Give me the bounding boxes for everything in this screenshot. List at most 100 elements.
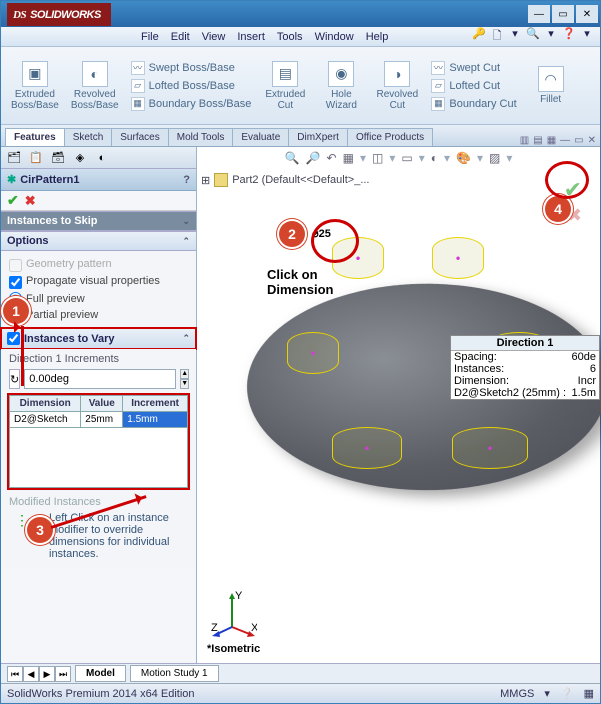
direction1-increments-label: Direction 1 Increments xyxy=(9,353,188,365)
zoom-fit-icon[interactable]: 🔍 xyxy=(285,151,300,165)
angle-input[interactable] xyxy=(24,369,176,389)
menu-tools[interactable]: Tools xyxy=(277,31,303,43)
manager-tabs: 🗂 📋 🗃 ◈ ◐ xyxy=(1,147,196,169)
hole-wizard-button[interactable]: ◉Hole Wizard xyxy=(313,49,369,122)
flyout-tree-node[interactable]: ⊞ Part2 (Default<<Default>_... xyxy=(201,173,370,187)
tab-sketch[interactable]: Sketch xyxy=(64,128,113,146)
ok-button[interactable]: ✔ xyxy=(7,192,19,209)
dropdown-icon[interactable]: ▾ xyxy=(580,27,594,46)
split-view-icon[interactable]: ▦ xyxy=(547,135,556,146)
spin-up-button[interactable]: ▲ xyxy=(180,369,189,379)
feature-title-bar: ✱ CirPattern1 ? xyxy=(1,169,196,191)
help-icon[interactable]: ? xyxy=(183,174,190,186)
dimension-value[interactable]: Incr xyxy=(578,375,596,387)
instances-to-vary-checkbox[interactable] xyxy=(7,332,20,345)
pushpin-icon[interactable]: 🔑 xyxy=(472,27,486,46)
tab-features[interactable]: Features xyxy=(5,128,65,146)
table-row[interactable]: D2@Sketch 25mm 1.5mm xyxy=(10,412,188,428)
status-units[interactable]: MMGS xyxy=(500,688,534,700)
feature-tree-icon[interactable]: 🗂 xyxy=(5,150,23,166)
pattern-instance[interactable] xyxy=(432,237,484,279)
tab-model[interactable]: Model xyxy=(75,665,126,682)
appearance-icon[interactable]: 🎨 xyxy=(456,151,471,165)
menu-insert[interactable]: Insert xyxy=(237,31,265,43)
spin-down-button[interactable]: ▼ xyxy=(180,379,189,389)
restore-doc-icon[interactable]: ▭ xyxy=(574,135,583,146)
svg-text:Z: Z xyxy=(211,622,218,634)
swept-boss-button[interactable]: 〰Swept Boss/Base xyxy=(131,61,252,75)
menu-view[interactable]: View xyxy=(202,31,226,43)
cell-increment[interactable]: 1.5mm xyxy=(123,412,188,428)
dimxpert-mgr-icon[interactable]: ◈ xyxy=(71,150,89,166)
dropdown-icon[interactable]: ▾ xyxy=(544,27,558,46)
spacing-value[interactable]: 60de xyxy=(572,351,596,363)
status-help-icon[interactable]: ❔ xyxy=(560,687,574,700)
instances-skip-header[interactable]: Instances to Skip⌄ xyxy=(1,211,196,231)
pattern-instance[interactable] xyxy=(332,427,402,469)
lofted-boss-button[interactable]: ▱Lofted Boss/Base xyxy=(131,79,252,93)
boundary-cut-button[interactable]: ▦Boundary Cut xyxy=(431,97,516,111)
options-header[interactable]: Options⌃ xyxy=(1,231,196,251)
part-icon xyxy=(214,173,228,187)
tab-mold-tools[interactable]: Mold Tools xyxy=(168,128,234,146)
cell-dimension[interactable]: D2@Sketch xyxy=(10,412,81,428)
maximize-button[interactable]: ▭ xyxy=(552,5,574,23)
display-mgr-icon[interactable]: ◐ xyxy=(93,150,111,166)
view-orient-icon[interactable]: ◫ xyxy=(372,151,383,165)
config-mgr-icon[interactable]: 🗃 xyxy=(49,150,67,166)
title-bar: DSSOLIDWORKS — ▭ ✕ xyxy=(1,1,600,27)
swept-cut-button[interactable]: 〰Swept Cut xyxy=(431,61,516,75)
tab-office-products[interactable]: Office Products xyxy=(347,128,433,146)
split-view-icon[interactable]: ▤ xyxy=(533,135,542,146)
status-bar: SolidWorks Premium 2014 x64 Edition MMGS… xyxy=(1,683,600,703)
lofted-cut-button[interactable]: ▱Lofted Cut xyxy=(431,79,516,93)
property-manager-panel: 🗂 📋 🗃 ◈ ◐ ✱ CirPattern1 ? ✔ ✖ Instances … xyxy=(1,147,197,683)
fillet-button[interactable]: ◠Fillet xyxy=(523,49,579,122)
display-style-icon[interactable]: ▭ xyxy=(401,151,412,165)
dropdown-icon[interactable]: ▾ xyxy=(508,27,522,46)
extruded-boss-button[interactable]: ▣Extruded Boss/Base xyxy=(5,49,65,122)
menu-edit[interactable]: Edit xyxy=(171,31,190,43)
section-view-icon[interactable]: ▦ xyxy=(343,151,354,165)
split-view-icon[interactable]: ▥ xyxy=(520,135,529,146)
cell-value[interactable]: 25mm xyxy=(81,412,123,428)
hide-show-icon[interactable]: ◐ xyxy=(431,151,438,165)
menu-window[interactable]: Window xyxy=(315,31,354,43)
property-mgr-icon[interactable]: 📋 xyxy=(27,150,45,166)
search-icon[interactable]: 🔍 xyxy=(526,27,540,46)
extruded-cut-button[interactable]: ▤Extruded Cut xyxy=(257,49,313,122)
prev-view-icon[interactable]: ↶ xyxy=(327,151,337,165)
tab-surfaces[interactable]: Surfaces xyxy=(111,128,168,146)
tab-dimxpert[interactable]: DimXpert xyxy=(288,128,348,146)
minimize-button[interactable]: — xyxy=(528,5,550,23)
scene-icon[interactable]: ▨ xyxy=(489,151,500,165)
cancel-button[interactable]: ✖ xyxy=(25,193,36,209)
tab-nav-next[interactable]: ▶ xyxy=(39,666,55,682)
geometry-pattern-checkbox[interactable] xyxy=(9,259,22,272)
pattern-instance[interactable] xyxy=(452,427,528,469)
revolved-cut-button[interactable]: ◑Revolved Cut xyxy=(369,49,425,122)
instances-to-vary-header[interactable]: Instances to Vary⌃ xyxy=(1,328,196,349)
revolved-boss-button[interactable]: ◐Revolved Boss/Base xyxy=(65,49,125,122)
tab-nav-first[interactable]: ⏮ xyxy=(7,666,23,682)
svg-text:X: X xyxy=(251,622,257,634)
boundary-boss-button[interactable]: ▦Boundary Boss/Base xyxy=(131,97,252,111)
zoom-area-icon[interactable]: 🔎 xyxy=(306,151,321,165)
close-doc-icon[interactable]: ✕ xyxy=(588,135,596,146)
d2-value[interactable]: 1.5m xyxy=(572,387,596,399)
graphics-viewport[interactable]: 🔍 🔎 ↶ ▦ ▾ ◫▾ ▭▾ ◐▾ 🎨▾ ▨▾ ⊞ Part2 (Defaul… xyxy=(197,147,600,683)
tab-motion-study[interactable]: Motion Study 1 xyxy=(130,665,219,682)
instances-value[interactable]: 6 xyxy=(590,363,596,375)
tab-evaluate[interactable]: Evaluate xyxy=(232,128,289,146)
menu-file[interactable]: File xyxy=(141,31,159,43)
menu-help[interactable]: Help xyxy=(366,31,389,43)
tab-nav-prev[interactable]: ◀ xyxy=(23,666,39,682)
close-button[interactable]: ✕ xyxy=(576,5,598,23)
tab-nav-last[interactable]: ⏭ xyxy=(55,666,71,682)
propagate-visual-checkbox[interactable] xyxy=(9,276,22,289)
status-rebuild-icon[interactable]: ▦ xyxy=(584,687,594,700)
pattern-instance[interactable] xyxy=(287,332,339,374)
help-icon[interactable]: ❓ xyxy=(562,27,576,46)
new-doc-icon[interactable]: 🗋 xyxy=(490,27,504,46)
minimize-doc-icon[interactable]: — xyxy=(560,135,570,146)
